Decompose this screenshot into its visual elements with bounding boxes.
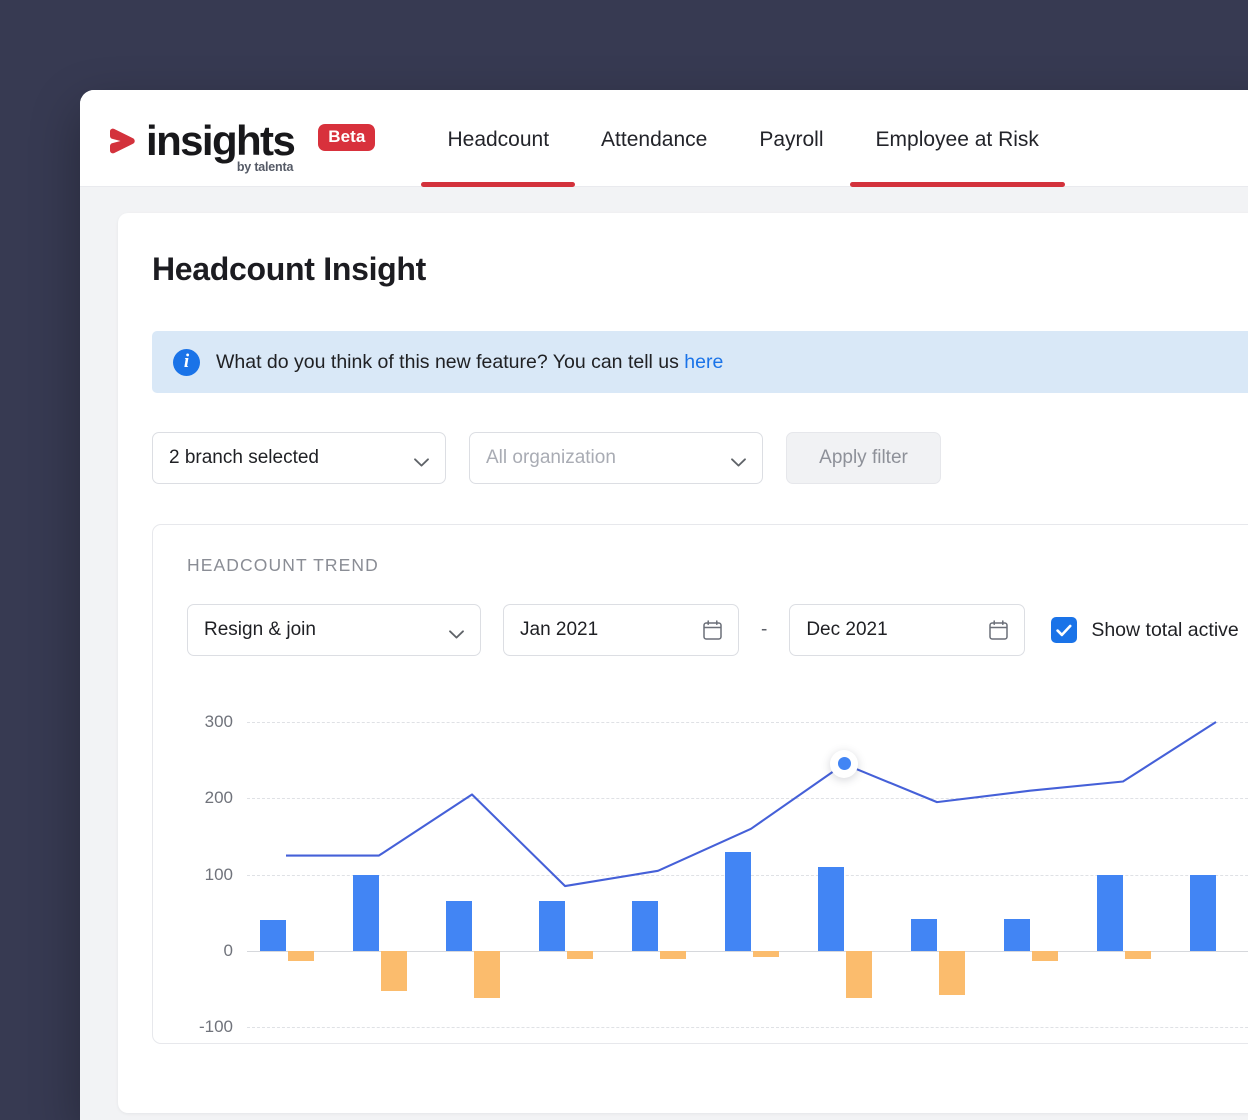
branch-select-value: 2 branch selected [169, 447, 319, 469]
date-to-value: Dec 2021 [806, 619, 887, 641]
metric-select[interactable]: Resign & join [187, 604, 481, 656]
feedback-banner: i What do you think of this new feature?… [152, 331, 1248, 393]
date-from-value: Jan 2021 [520, 619, 598, 641]
chevron-right-logo-icon [108, 128, 136, 154]
feedback-banner-text: What do you think of this new feature? Y… [216, 351, 723, 374]
feedback-banner-message: What do you think of this new feature? Y… [216, 351, 684, 373]
browser-window: insights by talenta Beta Headcount Atten… [80, 90, 1248, 1120]
brand-tagline: by talenta [237, 160, 293, 174]
feedback-link[interactable]: here [684, 351, 723, 373]
gridline [247, 1027, 1248, 1028]
branch-select[interactable]: 2 branch selected [152, 432, 446, 484]
tab-headcount-label: Headcount [447, 128, 549, 151]
info-icon: i [173, 349, 200, 376]
headcount-trend-card: HEADCOUNT TREND Resign & join Jan 2021 [152, 524, 1248, 1044]
y-axis-tick: -100 [173, 1017, 233, 1037]
y-axis-tick: 300 [173, 712, 233, 732]
organization-select[interactable]: All organization [469, 432, 763, 484]
organization-select-value: All organization [486, 447, 616, 469]
highlighted-data-point[interactable] [830, 750, 858, 778]
content-card: Headcount Insight i What do you think of… [118, 213, 1248, 1113]
chevron-down-icon [449, 626, 464, 635]
tab-payroll-label: Payroll [759, 128, 823, 151]
show-total-active-checkbox[interactable]: Show total active [1051, 617, 1238, 643]
tab-attendance-label: Attendance [601, 128, 707, 151]
tab-headcount[interactable]: Headcount [421, 128, 575, 187]
calendar-icon [703, 620, 722, 640]
y-axis-tick: 0 [173, 941, 233, 961]
app-header: insights by talenta Beta Headcount Atten… [80, 90, 1248, 187]
chart-title: HEADCOUNT TREND [187, 555, 1248, 576]
brand-name: insights [146, 122, 294, 161]
desktop-background: insights by talenta Beta Headcount Atten… [0, 0, 1248, 1088]
data-point-dot [838, 757, 851, 770]
apply-filter-label: Apply filter [819, 447, 908, 469]
filter-bar: 2 branch selected All organization Apply… [152, 432, 1248, 484]
date-to-input[interactable]: Dec 2021 [789, 604, 1025, 656]
checkbox-checked-icon [1051, 617, 1077, 643]
headcount-trend-chart: 3002001000-100 [173, 694, 1248, 1024]
apply-filter-button[interactable]: Apply filter [786, 432, 941, 484]
y-axis-tick: 200 [173, 788, 233, 808]
tab-employee-at-risk[interactable]: Employee at Risk [850, 128, 1065, 187]
show-total-active-label: Show total active [1091, 619, 1238, 642]
page-title: Headcount Insight [152, 251, 1248, 288]
main-nav-tabs: Headcount Attendance Payroll Employee at… [421, 90, 1064, 186]
total-active-line [247, 694, 1248, 1024]
tab-payroll[interactable]: Payroll [733, 128, 849, 187]
brand-logo[interactable]: insights by talenta Beta [80, 90, 375, 161]
y-axis: 3002001000-100 [173, 694, 233, 1024]
date-range-separator: - [761, 619, 767, 641]
chevron-down-icon [731, 454, 746, 463]
calendar-icon [989, 620, 1008, 640]
tab-attendance[interactable]: Attendance [575, 128, 733, 187]
beta-badge: Beta [318, 124, 375, 151]
chart-controls: Resign & join Jan 2021 [187, 604, 1248, 656]
metric-select-value: Resign & join [204, 619, 316, 641]
date-from-input[interactable]: Jan 2021 [503, 604, 739, 656]
page-body: Headcount Insight i What do you think of… [80, 187, 1248, 1120]
tab-employee-at-risk-label: Employee at Risk [876, 128, 1039, 151]
chevron-down-icon [414, 454, 429, 463]
y-axis-tick: 100 [173, 865, 233, 885]
